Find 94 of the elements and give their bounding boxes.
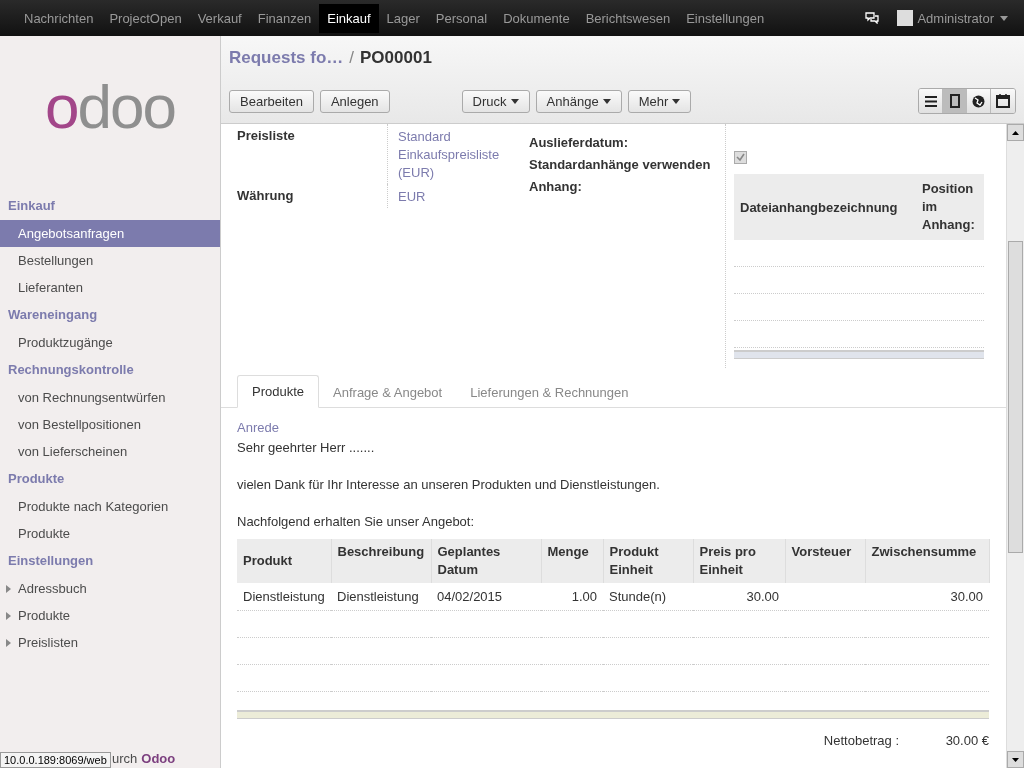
field-value[interactable]: EUR [387,184,526,208]
checkbox[interactable] [734,151,747,164]
form-view-button[interactable] [943,89,967,113]
dropdown-button[interactable]: Anhänge [535,89,622,113]
table-cell: 1.00 [571,589,597,604]
table-cell: 04/02/2015 [437,589,503,604]
tab[interactable]: Anfrage & Angebot [319,377,457,408]
menu-item[interactable]: Lager [378,3,428,33]
up-arrow-icon [1012,130,1019,135]
sidebar-item[interactable]: von Rechnungsentwürfen [0,384,220,411]
column-header: Produkt Einheit [603,539,693,583]
caret-icon [602,98,611,104]
breadcrumb-separator: / [349,48,355,67]
menu-item[interactable]: Verkauf [189,3,250,33]
menu-item[interactable]: Finanzen [249,3,320,33]
down-arrow-icon [1012,757,1019,762]
sidebar-item[interactable]: von Bestellpositionen [0,411,220,438]
footer-text: urch [112,751,138,766]
table-cell: Dienstleistung [243,589,325,604]
breadcrumb-link[interactable]: Requests fo… [229,48,344,67]
sidebar-item[interactable]: Angebotsanfragen [0,220,220,247]
sidebar-item[interactable]: Bestellungen [0,247,220,274]
column-header: Produkt [237,539,331,583]
column-header: Dateianhangbezeichnung [740,199,898,215]
field-label: Standardanhänge verwenden [529,156,712,174]
menu-item[interactable]: ProjectOpen [101,3,190,33]
column-header: Menge [541,539,603,583]
section-title: Produkte [7,470,66,488]
field-label: Anhang: [529,178,583,196]
column-header: Position im Anhang: [922,180,976,234]
logo: odoo [44,71,176,143]
total-value: 30.00 € [944,733,989,748]
section-title: Wareneingang [7,306,99,324]
avatar [897,10,914,26]
table-cell: Dienstleistung [337,589,419,604]
letter-text: vielen Dank für Ihr Interesse an unseren Produkten und Dienstleistungen. [237,476,661,494]
column-header: Beschreibung [331,539,431,583]
sidebar-item[interactable]: Produkte [0,520,220,547]
map-view-button[interactable] [967,89,991,113]
sidebar-item[interactable]: Produkte nach Kategorien [0,493,220,520]
column-header: Zwischensumme [865,539,989,583]
sidebar-item[interactable]: Preislisten [0,629,220,656]
calendar-view-button[interactable] [991,89,1015,113]
field-label: Auslieferdatum: [529,134,629,152]
caret-icon [510,98,519,104]
sidebar-item[interactable]: Produkte [0,602,220,629]
table-cell: 30.00 [950,589,983,604]
menu-item[interactable]: Dokumente [495,3,578,33]
expand-icon [6,638,11,647]
list-view-button[interactable] [919,89,943,113]
dropdown-button[interactable]: Druck [461,89,530,113]
status-url: 10.0.0.189:8069/web [0,752,111,768]
tab[interactable]: Produkte [237,375,320,408]
action-button[interactable]: Bearbeiten [229,89,314,113]
sidebar-item[interactable]: Adressbuch [0,575,220,602]
action-button[interactable]: Anlegen [319,89,390,113]
letter-text: Nachfolgend erhalten Sie unser Angebot: [237,513,476,531]
list-icon [924,95,937,107]
globe-icon [972,94,985,108]
field-value[interactable]: Standard Einkaufspreisliste (EUR) [387,124,526,184]
scrollbar[interactable] [1006,124,1024,768]
chat-icon[interactable] [865,12,880,24]
calendar-icon [996,94,1010,108]
column-header: Preis pro Einheit [693,539,785,583]
sidebar-item[interactable]: Lieferanten [0,274,220,301]
field-label: Preisliste [237,127,296,145]
expand-icon [6,584,11,593]
sidebar-item[interactable]: Produktzugänge [0,329,220,356]
record-title: PO00001 [360,48,432,67]
column-header: Geplantes Datum [431,539,541,583]
column-header: Vorsteuer [785,539,865,583]
table-cell: Stunde(n) [609,589,667,604]
section-title: Einkauf [7,197,56,215]
field-label: Währung [237,187,295,205]
menu-item[interactable]: Einstellungen [678,3,773,33]
user-menu[interactable]: Administrator [917,10,1008,26]
section-title: Rechnungskontrolle [7,361,135,379]
total-label: Nettobetrag : [823,733,899,748]
dropdown-button[interactable]: Mehr [627,89,692,113]
tab[interactable]: Lieferungen & Rechnungen [456,377,643,408]
menu-item[interactable]: Nachrichten [16,3,102,33]
expand-icon [6,611,11,620]
sidebar-item[interactable]: von Lieferscheinen [0,438,220,465]
table-cell: 30.00 [746,589,779,604]
section-title: Einstellungen [7,552,95,570]
letter-text: Sehr geehrter Herr ....... [237,439,376,457]
footer-link[interactable]: Odoo [141,751,176,766]
menu-item[interactable]: Berichtswesen [577,3,679,33]
menu-item[interactable]: Einkauf [319,3,379,33]
page-icon [949,94,960,108]
caret-icon [1000,15,1008,21]
caret-icon [672,98,681,104]
field-label: Anrede [237,420,280,435]
menu-item[interactable]: Personal [427,3,496,33]
